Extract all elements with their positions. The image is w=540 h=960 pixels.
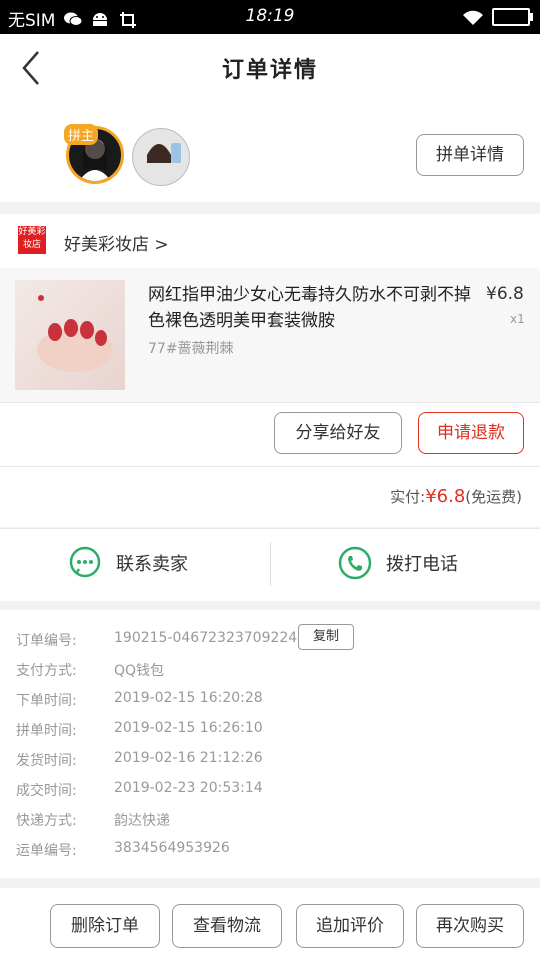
store-name-link[interactable]: 好美彩妆店 > (64, 230, 169, 255)
call-phone-label: 拨打电话 (386, 554, 458, 575)
product-title[interactable]: 网红指甲油少女心无毒持久防水不可剥不掉色裸色透明美甲套装微胺 (148, 282, 478, 334)
view-logistics-button[interactable]: 查看物流 (172, 904, 282, 948)
leader-badge: 拼主 (64, 124, 99, 145)
refund-button[interactable]: 申请退款 (418, 412, 524, 454)
status-bar: 无SIM 18:19 (0, 0, 540, 34)
courier-row: 快递方式: 韵达快递 (16, 813, 170, 829)
group-time-row: 拼单时间: 2019-02-15 16:26:10 (16, 720, 263, 739)
contact-seller-label: 联系卖家 (116, 554, 188, 575)
order-number-row: 订单编号: 190215-046723237092242 (16, 630, 307, 649)
phone-icon (338, 546, 372, 580)
wifi-icon (462, 9, 483, 25)
product-quantity: x1 (510, 312, 525, 326)
ship-time-row: 发货时间: 2019-02-16 21:12:26 (16, 750, 263, 769)
battery-icon (492, 8, 533, 26)
deal-time-row: 成交时间: 2019-02-23 20:53:14 (16, 780, 263, 799)
chat-bubble-icon (69, 546, 101, 578)
buy-again-button[interactable]: 再次购买 (416, 904, 524, 948)
avatar-member (132, 128, 190, 186)
page-title: 订单详情 (221, 58, 318, 83)
group-detail-button[interactable]: 拼单详情 (416, 134, 524, 176)
divider (270, 542, 271, 586)
store-logo: 好美彩妆店 (18, 226, 46, 254)
product-price: ¥6.8 (486, 284, 524, 304)
payment-amount: ¥6.8 (425, 486, 466, 507)
delete-order-button[interactable]: 删除订单 (50, 904, 160, 948)
payment-note: (免运费) (465, 488, 522, 506)
copy-button[interactable]: 复制 (298, 624, 354, 650)
payment-method-row: 支付方式: QQ钱包 (16, 663, 165, 679)
order-number: 190215-046723237092242 (114, 630, 307, 646)
status-time: 18:19 (245, 6, 295, 26)
status-right (462, 8, 533, 26)
product-variant: 77#蔷薇荆棘 (148, 341, 234, 357)
share-button[interactable]: 分享给好友 (274, 412, 402, 454)
contact-seller-button[interactable]: 联系卖家 (68, 546, 188, 580)
add-review-button[interactable]: 追加评价 (296, 904, 404, 948)
payment-label: 实付: (390, 488, 426, 506)
call-phone-button[interactable]: 拨打电话 (338, 546, 458, 580)
nav-bar: 订单详情 (0, 34, 540, 100)
product-image[interactable] (15, 280, 125, 390)
payment-summary: 实付:¥6.8(免运费) (390, 486, 522, 507)
order-time-row: 下单时间: 2019-02-15 16:20:28 (16, 690, 263, 709)
order-info-section (0, 610, 540, 878)
tracking-number-row: 运单编号: 3834564953926 (16, 840, 230, 859)
